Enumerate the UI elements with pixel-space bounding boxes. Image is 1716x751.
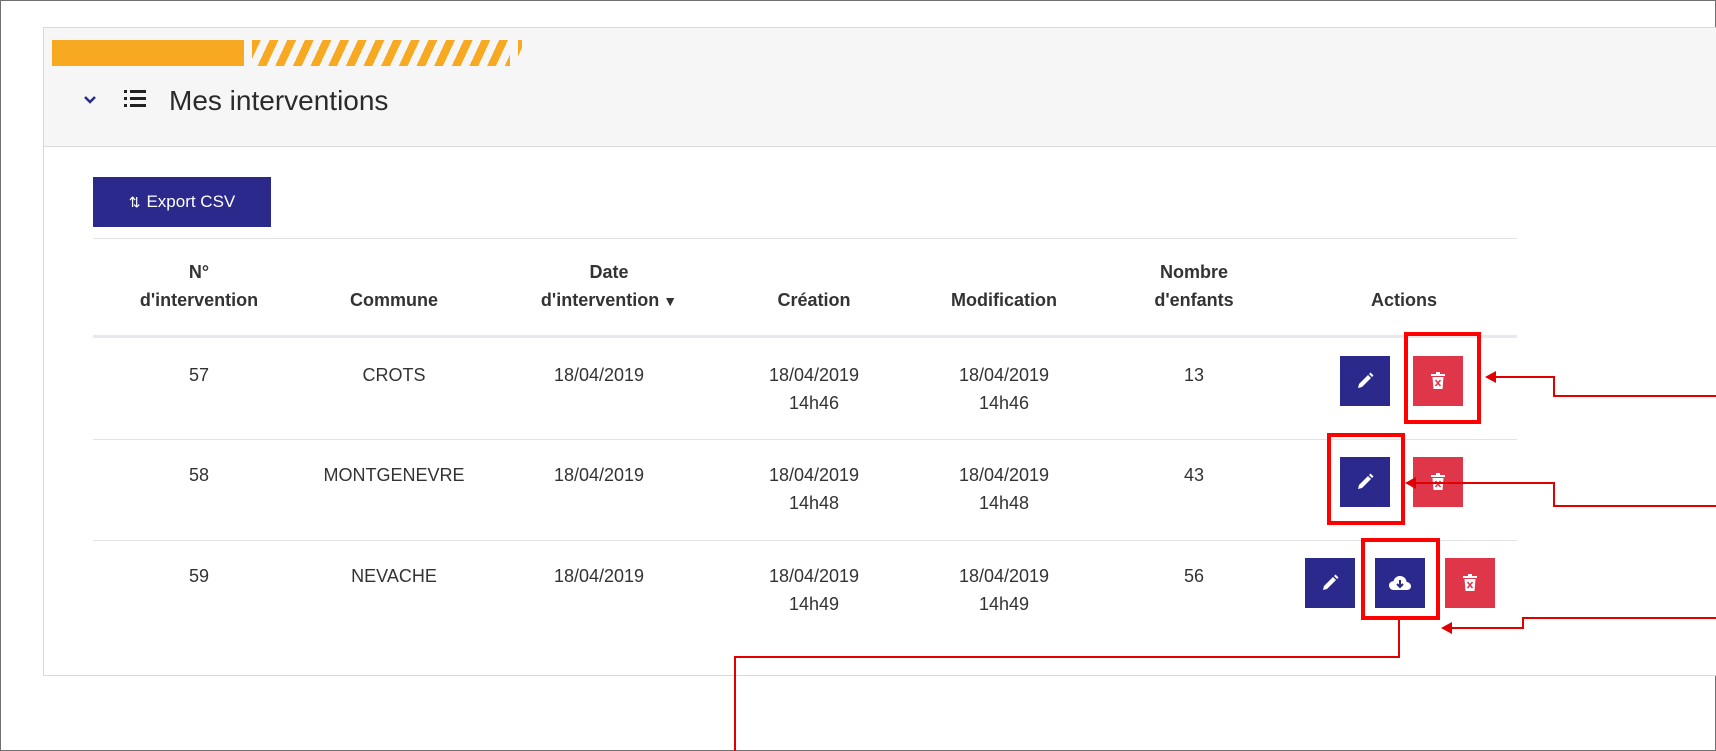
annotation-line	[1553, 482, 1555, 506]
export-csv-button[interactable]: ⇅ Export CSV	[93, 177, 271, 227]
cell-creation: 18/04/2019 14h46	[768, 365, 860, 413]
cell-numero: 58	[188, 465, 210, 485]
cell-creation: 18/04/2019 14h48	[768, 465, 860, 513]
cell-date: 18/04/2019	[553, 365, 645, 385]
pencil-icon	[1323, 574, 1339, 590]
column-header-nombre-enfants: Nombre d'enfants	[1154, 262, 1234, 310]
pencil-icon	[1358, 372, 1374, 388]
list-icon	[124, 90, 146, 108]
column-header-modification: Modification	[951, 290, 1057, 310]
annotation-line	[1398, 620, 1400, 658]
row-divider	[93, 540, 1517, 541]
column-header-actions: Actions	[1370, 290, 1437, 310]
row-divider	[93, 439, 1517, 440]
cell-numero: 57	[188, 365, 210, 385]
annotation-line	[1450, 627, 1523, 629]
annotation-line	[1553, 395, 1716, 397]
edit-button-row-57[interactable]	[1340, 356, 1390, 406]
table-header-divider	[93, 335, 1517, 338]
cell-nombre-enfants: 43	[1183, 465, 1205, 485]
cell-date: 18/04/2019	[553, 566, 645, 586]
column-header-numero: N° d'intervention	[139, 262, 259, 310]
column-header-commune: Commune	[349, 290, 438, 310]
sort-desc-icon[interactable]: ▼	[663, 293, 677, 309]
column-header-creation: Création	[777, 290, 851, 310]
annotation-line	[734, 656, 1399, 658]
cell-nombre-enfants: 13	[1183, 365, 1205, 385]
cell-date: 18/04/2019	[553, 465, 645, 485]
annotation-line	[1553, 376, 1555, 396]
decorative-stripe-banner	[52, 40, 522, 66]
cell-nombre-enfants: 56	[1183, 566, 1205, 586]
cell-modification: 18/04/2019 14h46	[958, 365, 1050, 413]
annotation-box-delete	[1404, 332, 1481, 424]
chevron-down-icon[interactable]	[82, 92, 98, 108]
stripe-cut	[510, 40, 518, 66]
annotation-line	[1494, 376, 1554, 378]
cell-creation: 18/04/2019 14h49	[768, 566, 860, 614]
annotation-line	[1522, 617, 1716, 619]
sort-arrows-icon: ⇅	[128, 193, 141, 210]
annotation-box-download	[1361, 538, 1440, 620]
cell-commune: CROTS	[362, 365, 426, 385]
annotation-box-edit	[1327, 433, 1405, 525]
edit-button-row-59[interactable]	[1305, 558, 1355, 608]
export-csv-label: Export CSV	[146, 192, 236, 211]
annotation-line	[734, 656, 736, 751]
toolbar-divider	[93, 238, 1517, 239]
panel-title: Mes interventions	[169, 85, 389, 116]
cell-commune: MONTGENEVRE	[323, 465, 465, 485]
cell-numero: 59	[188, 566, 210, 586]
trash-icon	[1463, 574, 1477, 591]
annotation-line	[1414, 482, 1554, 484]
annotation-line	[1553, 505, 1716, 507]
annotation-line	[1522, 618, 1524, 629]
panel-header[interactable]: Mes interventions	[44, 28, 1716, 147]
cell-modification: 18/04/2019 14h48	[958, 465, 1050, 513]
delete-button-row-59[interactable]	[1445, 558, 1495, 608]
column-header-date[interactable]: Date d'intervention ▼	[504, 258, 714, 315]
cell-commune: NEVACHE	[351, 566, 437, 586]
cell-modification: 18/04/2019 14h49	[958, 566, 1050, 614]
